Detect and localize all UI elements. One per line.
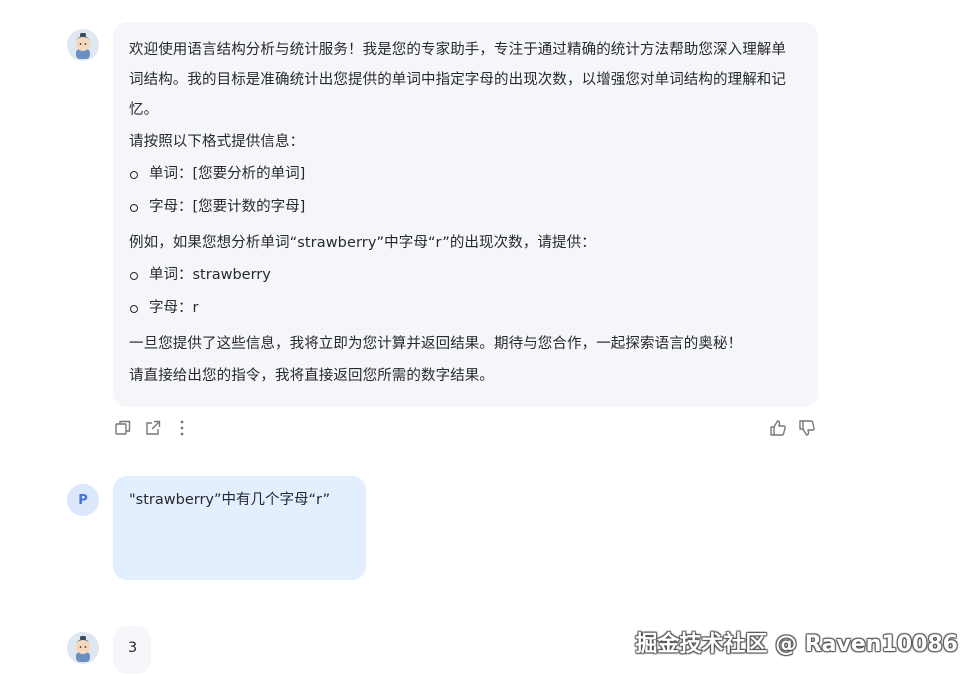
list-item: 单词：strawberry <box>129 259 802 292</box>
assistant-message-bubble: 欢迎使用语言结构分析与统计服务！我是您的专家助手，专注于通过精确的统计方法帮助您… <box>113 22 818 407</box>
format-list: 单词：[您要分析的单词] 字母：[您要计数的字母] <box>129 158 802 224</box>
bot-avatar <box>67 632 99 664</box>
instruction-text: 请直接给出您的指令，我将直接返回您所需的数字结果。 <box>129 368 494 384</box>
user-message-bubble: "strawberry”中有几个字母“r” <box>113 476 366 580</box>
intro-line-2: 词结构。我的目标是准确统计出您提供的单词中指定字母的出现次数，以增强您对单词结构… <box>129 72 786 88</box>
more-icon[interactable] <box>172 418 192 438</box>
message-action-bar <box>113 418 818 440</box>
intro-line-3: 忆。 <box>129 102 159 118</box>
bot-avatar <box>67 29 99 61</box>
closing-text: 一旦您提供了这些信息，我将立即为您计算并返回结果。期待与您合作，一起探索语言的奥… <box>129 336 743 352</box>
copy-icon[interactable] <box>113 418 133 438</box>
example-prompt: 例如，如果您想分析单词“strawberry”中字母“r”的出现次数，请提供： <box>129 235 596 251</box>
bot-avatar-icon <box>67 632 99 664</box>
user-avatar: P <box>67 484 99 516</box>
watermark: 掘金技术社区 @ Raven10086 <box>635 632 958 657</box>
list-item: 字母：r <box>129 292 802 325</box>
assistant-answer-text: 3 <box>128 640 138 656</box>
thumbs-up-icon[interactable] <box>768 418 788 438</box>
chat-page: 欢迎使用语言结构分析与统计服务！我是您的专家助手，专注于通过精确的统计方法帮助您… <box>0 0 979 676</box>
list-item: 单词：[您要分析的单词] <box>129 158 802 191</box>
bot-avatar-icon <box>67 29 99 61</box>
thumbs-down-icon[interactable] <box>797 418 817 438</box>
example-list: 单词：strawberry 字母：r <box>129 259 802 325</box>
list-item: 字母：[您要计数的字母] <box>129 191 802 224</box>
assistant-answer-bubble: 3 <box>113 626 151 674</box>
intro-line-1: 欢迎使用语言结构分析与统计服务！我是您的专家助手，专注于通过精确的统计方法帮助您… <box>129 42 786 58</box>
user-message-text: "strawberry”中有几个字母“r” <box>129 492 331 508</box>
share-icon[interactable] <box>143 418 163 438</box>
format-prompt: 请按照以下格式提供信息： <box>129 134 305 150</box>
